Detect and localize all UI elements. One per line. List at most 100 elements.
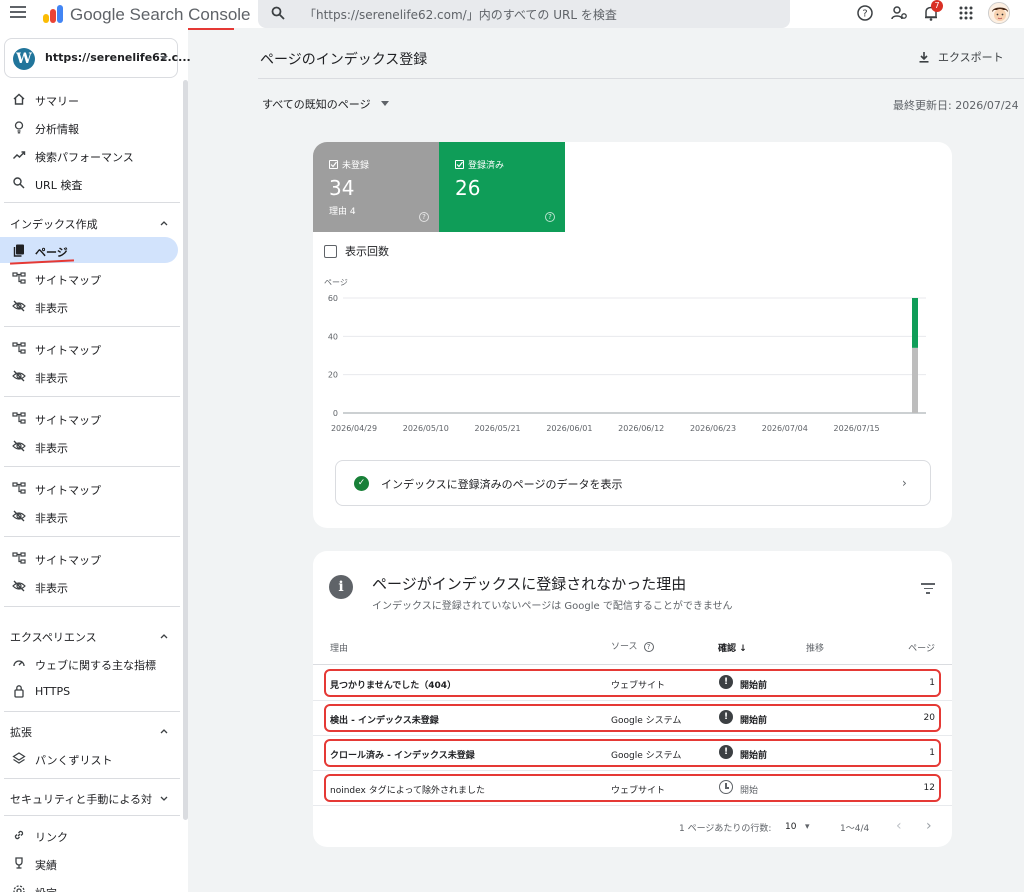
row-pages: 20 <box>923 713 935 723</box>
col-reason[interactable]: 理由 <box>330 641 348 654</box>
bar-not-indexed[interactable] <box>912 347 918 413</box>
chevron-down-icon <box>160 56 168 60</box>
y-tick-label: 60 <box>328 294 338 303</box>
export-label: エクスポート <box>938 51 1004 64</box>
col-pages[interactable]: ページ <box>908 641 935 654</box>
sidebar-item-core-web-vitals[interactable]: ウェブに関する主な指標 <box>0 650 178 676</box>
export-button[interactable]: エクスポート <box>918 49 1004 65</box>
sidebar-item-settings[interactable]: 設定 <box>0 878 178 892</box>
sidebar-item-summary[interactable]: サマリー <box>0 86 178 112</box>
apps-grid-icon[interactable] <box>957 4 975 22</box>
row-status: 開始前 <box>740 716 768 726</box>
impressions-label: 表示回数 <box>345 245 389 258</box>
help-icon[interactable]: ? <box>419 212 429 222</box>
sidebar-divider <box>4 778 180 779</box>
prev-page-button[interactable]: ‹ <box>896 818 902 834</box>
rows-per-page-select[interactable]: 10 <box>785 822 796 832</box>
sidebar-item-removals[interactable]: 非表示 <box>0 503 178 529</box>
table-row[interactable]: クロール済み - インデックス未登録 Google システム ! 開始前 1 <box>313 736 952 771</box>
col-trend[interactable]: 推移 <box>806 641 824 654</box>
table-row[interactable]: noindex タグによって除外されました ウェブサイト 開始 12 <box>313 771 952 806</box>
chevron-right-icon: › <box>902 476 907 490</box>
sidebar-item-removals[interactable]: 非表示 <box>0 363 178 389</box>
checkbox-icon[interactable] <box>455 160 464 169</box>
sidebar-item-removals[interactable]: 非表示 <box>0 293 178 319</box>
page-filter-select[interactable]: すべての既知のページ <box>262 96 371 112</box>
section-experience[interactable]: エクスペリエンス <box>10 629 97 645</box>
sidebar-item-removals[interactable]: 非表示 <box>0 433 178 459</box>
menu-icon[interactable] <box>10 6 26 20</box>
info-icon: i <box>329 575 353 599</box>
chevron-down-icon[interactable] <box>381 101 389 106</box>
table-row[interactable]: 検出 - インデックス未登録 Google システム ! 開始前 20 <box>313 701 952 736</box>
sidebar-item-sitemaps[interactable]: サイトマップ <box>0 405 178 431</box>
row-pages: 1 <box>929 748 935 758</box>
table-header: 理由 ソース? 確認 ↓ 推移 ページ <box>313 639 952 665</box>
help-icon[interactable]: ? <box>545 212 555 222</box>
search-input[interactable]: 「https://serenelife62.com/」内のすべての URL を検… <box>304 6 617 23</box>
tile-not-indexed[interactable]: 未登録 34 理由 4 ? <box>313 142 439 232</box>
impressions-toggle[interactable]: 表示回数 <box>324 243 389 259</box>
wordpress-icon: W <box>13 48 35 70</box>
y-tick-label: 0 <box>333 409 338 418</box>
tile-indexed[interactable]: 登録済み 26 ? <box>439 142 565 232</box>
chevron-up-icon[interactable] <box>160 219 168 227</box>
sidebar-item-pages[interactable]: ページ <box>0 237 178 263</box>
search-icon[interactable] <box>271 6 285 20</box>
chevron-down-icon[interactable]: ▾ <box>805 822 810 832</box>
trophy-icon <box>15 857 23 869</box>
sidebar-item-performance[interactable]: 検索パフォーマンス <box>0 142 178 168</box>
next-page-button[interactable]: › <box>926 818 932 834</box>
avatar[interactable] <box>988 2 1010 24</box>
sidebar-item-https[interactable]: HTTPS <box>0 678 178 704</box>
tile-label: 登録済み <box>468 161 505 171</box>
sidebar-item-breadcrumbs[interactable]: パンくずリスト <box>0 745 178 771</box>
chevron-up-icon[interactable] <box>160 727 168 735</box>
section-enhancements[interactable]: 拡張 <box>10 724 32 740</box>
section-indexing[interactable]: インデックス作成 <box>10 216 98 232</box>
sidebar-item-sitemaps[interactable]: サイトマップ <box>0 545 178 571</box>
manage-users-icon[interactable] <box>890 4 908 22</box>
top-bar: Google Search Console 「https://serenelif… <box>0 0 1024 28</box>
reasons-subtitle: インデックスに登録されていないページは Google で配信することができません <box>372 601 733 612</box>
x-tick-label: 2026/05/10 <box>403 424 449 433</box>
row-pages: 1 <box>929 678 935 688</box>
hidden-icon <box>12 440 26 452</box>
property-selector[interactable]: W https://serenelife62.c... <box>4 38 191 78</box>
hidden-icon <box>12 370 26 382</box>
sidebar-item-links[interactable]: リンク <box>0 822 178 848</box>
filter-icon[interactable] <box>921 583 935 595</box>
col-source[interactable]: ソース? <box>611 639 654 652</box>
checkbox-icon[interactable] <box>324 244 337 258</box>
sidebar-item-sitemaps[interactable]: サイトマップ <box>0 265 178 291</box>
row-source: ウェブサイト <box>611 681 666 691</box>
table-row[interactable]: 見つかりませんでした（404） ウェブサイト ! 開始前 1 <box>313 666 952 701</box>
sidebar-item-achievements[interactable]: 実績 <box>0 850 178 876</box>
section-security[interactable]: セキュリティと手動による対策 <box>10 791 152 807</box>
row-status: 開始前 <box>740 751 768 761</box>
chevron-down-icon[interactable] <box>160 794 168 802</box>
sidebar: W https://serenelife62.c... サマリー 分析情報 検索… <box>0 28 191 892</box>
sidebar-item-removals[interactable]: 非表示 <box>0 573 178 599</box>
sidebar-scrollbar[interactable] <box>183 80 188 820</box>
checkbox-icon[interactable] <box>329 160 338 169</box>
header-divider <box>258 78 1024 79</box>
trending-icon <box>13 151 26 159</box>
app-brand[interactable]: Google Search Console <box>70 5 251 25</box>
help-icon[interactable]: ? <box>856 4 874 22</box>
col-validation[interactable]: 確認 ↓ <box>718 641 747 654</box>
summary-card: 未登録 34 理由 4 ? 登録済み 26 ? 表示回数 ページ 0 20 40 60… <box>313 142 952 528</box>
lock-icon <box>14 685 24 698</box>
view-indexed-data-button[interactable]: ✓ インデックスに登録済みのページのデータを表示 › <box>335 460 931 506</box>
bar-indexed[interactable] <box>912 298 918 348</box>
sidebar-item-url-inspection[interactable]: URL 検査 <box>0 170 178 196</box>
y-tick-label: 40 <box>328 332 338 341</box>
reasons-title: ページがインデックスに登録されなかった理由 <box>372 575 687 593</box>
sidebar-item-sitemaps[interactable]: サイトマップ <box>0 475 178 501</box>
page-range: 1〜4/4 <box>840 824 870 834</box>
sidebar-item-sitemaps[interactable]: サイトマップ <box>0 335 178 361</box>
tile-value: 26 <box>455 176 481 200</box>
chevron-up-icon[interactable] <box>160 632 168 640</box>
help-icon[interactable]: ? <box>643 642 654 652</box>
sidebar-item-insights[interactable]: 分析情報 <box>0 114 178 140</box>
